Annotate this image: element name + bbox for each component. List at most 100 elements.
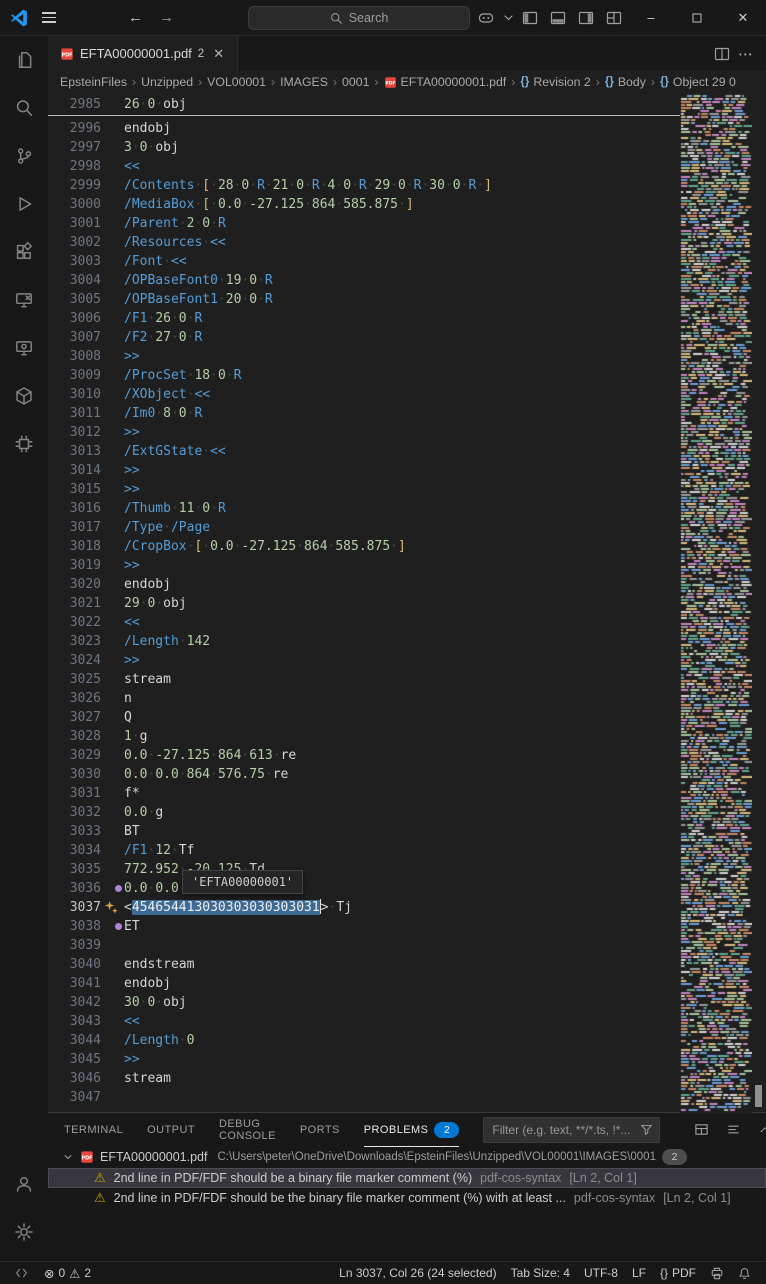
code-line[interactable]: 3045>> bbox=[48, 1050, 766, 1069]
code-line[interactable]: 3023/Length·142 bbox=[48, 632, 766, 651]
problem-row[interactable]: ⚠2nd line in PDF/FDF should be a binary … bbox=[48, 1168, 766, 1188]
more-actions-icon[interactable]: ⋯ bbox=[738, 45, 754, 63]
account-icon[interactable] bbox=[0, 1160, 48, 1208]
code-line[interactable]: 3025stream bbox=[48, 670, 766, 689]
close-window-button[interactable]: ✕ bbox=[720, 0, 766, 35]
panel-tab-ports[interactable]: PORTS bbox=[300, 1113, 340, 1147]
twistie-chevron-icon[interactable] bbox=[62, 1151, 74, 1163]
toggle-secondary-sidebar-icon[interactable] bbox=[572, 0, 600, 35]
code-line[interactable]: 3014>> bbox=[48, 461, 766, 480]
code-line[interactable]: 302129·0·obj bbox=[48, 594, 766, 613]
code-line[interactable]: 3005/OPBaseFont1·20·0·R bbox=[48, 290, 766, 309]
scrollbar-thumb[interactable] bbox=[755, 1085, 762, 1107]
code-line[interactable]: 3019>> bbox=[48, 556, 766, 575]
code-line[interactable]: 3031f* bbox=[48, 784, 766, 803]
extensions-icon[interactable] bbox=[0, 228, 48, 276]
command-center-search[interactable]: Search bbox=[248, 6, 470, 30]
breadcrumb-item[interactable]: EpsteinFiles bbox=[60, 75, 127, 89]
code-line[interactable]: 3015>> bbox=[48, 480, 766, 499]
code-line[interactable]: 3040endstream bbox=[48, 955, 766, 974]
encoding-indicator[interactable]: UTF-8 bbox=[579, 1262, 623, 1284]
panel-tab-problems[interactable]: PROBLEMS2 bbox=[364, 1113, 460, 1147]
code-line[interactable]: 3016/Thumb·11·0·R bbox=[48, 499, 766, 518]
search-view-icon[interactable] bbox=[0, 84, 48, 132]
code-line[interactable]: 3007/F2·27·0·R bbox=[48, 328, 766, 347]
breadcrumb-item[interactable]: IMAGES bbox=[280, 75, 328, 89]
breadcrumb-item[interactable]: PDFEFTA00000001.pdf bbox=[384, 75, 507, 89]
code-line[interactable]: 3017/Type·/Page bbox=[48, 518, 766, 537]
problems-filter[interactable] bbox=[483, 1117, 660, 1143]
package-icon[interactable] bbox=[0, 372, 48, 420]
code-line[interactable]: 3003/Font·<< bbox=[48, 252, 766, 271]
code-line[interactable]: 30320.0·g bbox=[48, 803, 766, 822]
breadcrumb-item[interactable]: Unzipped bbox=[141, 75, 193, 89]
chip-view-icon[interactable] bbox=[0, 420, 48, 468]
source-control-icon[interactable] bbox=[0, 132, 48, 180]
tab-close-icon[interactable]: ✕ bbox=[210, 45, 227, 63]
tab-efta00000001-pdf[interactable]: PDF EFTA00000001.pdf 2 ✕ bbox=[48, 36, 238, 71]
code-line[interactable]: 3026n bbox=[48, 689, 766, 708]
code-line[interactable]: 3012>> bbox=[48, 423, 766, 442]
chevron-down-icon[interactable] bbox=[500, 0, 516, 35]
breadcrumb-item[interactable]: VOL00001 bbox=[207, 75, 266, 89]
view-as-table-icon[interactable] bbox=[690, 1119, 712, 1141]
code-line[interactable]: 3047 bbox=[48, 1088, 766, 1107]
minimize-button[interactable]: – bbox=[628, 0, 674, 35]
code-line[interactable]: 3034/F1·12·Tf bbox=[48, 841, 766, 860]
code-line[interactable]: 30290.0·-27.125·864·613·re bbox=[48, 746, 766, 765]
code-line[interactable]: 3037<454654413030303030303031>·Tj bbox=[48, 898, 766, 917]
collapse-all-icon[interactable] bbox=[722, 1119, 744, 1141]
code-line[interactable]: 2999/Contents·[·28·0·R·21·0·R·4·0·R·29·0… bbox=[48, 176, 766, 195]
code-line[interactable]: 30360.0·0.0·Td bbox=[48, 879, 766, 898]
code-line[interactable]: 3035772.952·-20.125·Td bbox=[48, 860, 766, 879]
code-line[interactable]: 3044/Length·0 bbox=[48, 1031, 766, 1050]
customize-layout-icon[interactable] bbox=[600, 0, 628, 35]
eol-indicator[interactable]: LF bbox=[627, 1262, 651, 1284]
panel-tab-debug-console[interactable]: DEBUG CONSOLE bbox=[219, 1113, 276, 1147]
code-line[interactable]: 3020endobj bbox=[48, 575, 766, 594]
code-line[interactable]: 3010/XObject·<< bbox=[48, 385, 766, 404]
panel-tab-terminal[interactable]: TERMINAL bbox=[64, 1113, 123, 1147]
code-line[interactable]: 3038ET bbox=[48, 917, 766, 936]
code-line[interactable]: 3043<< bbox=[48, 1012, 766, 1031]
code-line[interactable]: 3004/OPBaseFont0·19·0·R bbox=[48, 271, 766, 290]
code-line[interactable]: 3009/ProcSet·18·0·R bbox=[48, 366, 766, 385]
code-line[interactable]: 3002/Resources·<< bbox=[48, 233, 766, 252]
code-line[interactable]: 3008>> bbox=[48, 347, 766, 366]
breadcrumb-item[interactable]: {}Object 29 0 bbox=[660, 75, 736, 89]
code-line[interactable]: 3033BT bbox=[48, 822, 766, 841]
toggle-panel-icon[interactable] bbox=[544, 0, 572, 35]
code-area[interactable]: 2995endstream2996endobj29973·0·obj2998<<… bbox=[48, 93, 766, 1113]
problem-row[interactable]: ⚠2nd line in PDF/FDF should be the binar… bbox=[48, 1188, 766, 1208]
code-line[interactable]: 3041endobj bbox=[48, 974, 766, 993]
menu-icon[interactable] bbox=[38, 7, 60, 29]
notifications-bell-icon[interactable] bbox=[733, 1262, 756, 1284]
minimap[interactable] bbox=[680, 93, 752, 1113]
copilot-icon[interactable] bbox=[472, 0, 500, 35]
maximize-button[interactable] bbox=[674, 0, 720, 35]
split-editor-icon[interactable] bbox=[714, 46, 730, 62]
code-line[interactable]: 29973·0·obj bbox=[48, 138, 766, 157]
code-line[interactable]: 3013/ExtGState·<< bbox=[48, 442, 766, 461]
panel-tab-output[interactable]: OUTPUT bbox=[147, 1113, 195, 1147]
breadcrumb-item[interactable]: {}Body bbox=[605, 75, 646, 89]
explorer-icon[interactable] bbox=[0, 36, 48, 84]
tab-size-indicator[interactable]: Tab Size: 4 bbox=[506, 1262, 575, 1284]
filter-input[interactable] bbox=[490, 1122, 634, 1138]
editor-scrollbar[interactable] bbox=[752, 93, 766, 1113]
code-line[interactable]: 2998<< bbox=[48, 157, 766, 176]
printer-icon[interactable] bbox=[705, 1262, 729, 1284]
cursor-position[interactable]: Ln 3037, Col 26 (24 selected) bbox=[334, 1262, 501, 1284]
code-line[interactable]: 3046stream bbox=[48, 1069, 766, 1088]
code-line[interactable]: 30300.0·0.0·864·576.75·re bbox=[48, 765, 766, 784]
remote-explorer-icon[interactable] bbox=[0, 276, 48, 324]
code-line[interactable]: 298526·0·obj bbox=[48, 94, 187, 115]
code-line[interactable]: 3011/Im0·8·0·R bbox=[48, 404, 766, 423]
code-line[interactable]: 30281·g bbox=[48, 727, 766, 746]
run-debug-icon[interactable] bbox=[0, 180, 48, 228]
breadcrumb-item[interactable]: {}Revision 2 bbox=[520, 75, 590, 89]
forward-button[interactable]: → bbox=[159, 9, 174, 26]
code-line[interactable]: 2996endobj bbox=[48, 119, 766, 138]
code-line[interactable]: 3006/F1·26·0·R bbox=[48, 309, 766, 328]
remote-indicator[interactable] bbox=[10, 1262, 33, 1284]
